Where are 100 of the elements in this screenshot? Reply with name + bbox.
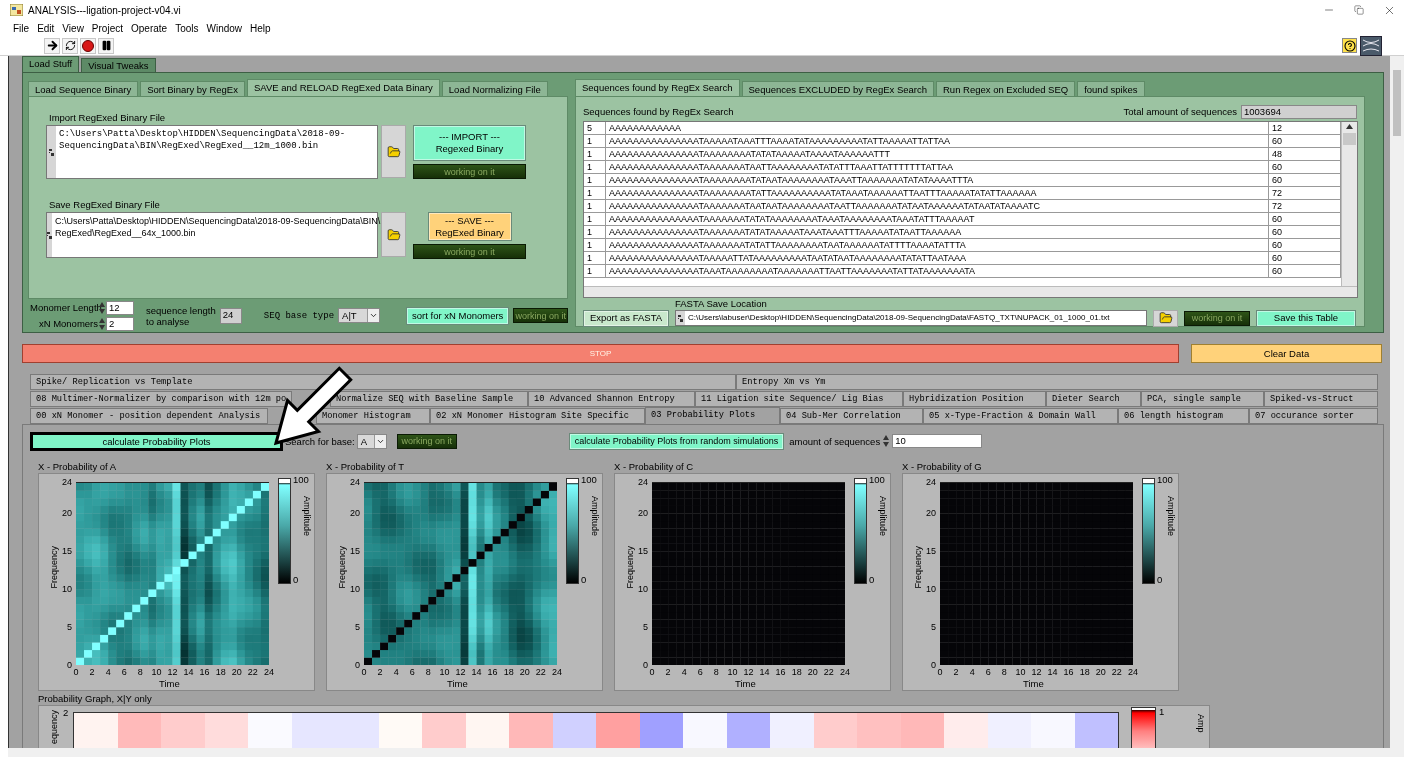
path-field[interactable]: C:\Users\Patta\Desktop\HIDDEN\SequencingData\2018-09-SequencingData\BIN\ RegExed\RegExed__64x_1000.bin: [46, 212, 378, 258]
table-cell: 1: [584, 174, 606, 187]
clear-button[interactable]: Clear Data: [1191, 344, 1382, 363]
tab[interactable]: Spiked-vs-Struct: [1264, 391, 1378, 407]
scale-tick: 1: [1159, 706, 1165, 717]
table-cell: 1: [584, 135, 606, 148]
dropdown[interactable]: A|T: [338, 308, 381, 323]
axis-tick: 20: [518, 667, 531, 677]
menu-item[interactable]: View: [58, 22, 88, 34]
tab[interactable]: Load Stuff: [22, 56, 80, 72]
vertical-scrollbar[interactable]: [1341, 122, 1357, 286]
axis-tick: 20: [806, 667, 819, 677]
axis-tick: 24: [61, 477, 72, 487]
numeric-field[interactable]: 10: [892, 434, 983, 448]
save-table-button[interactable]: Save this Table: [1256, 309, 1356, 327]
tab[interactable]: 11 Ligation site Sequence/ Lig Bias: [695, 391, 903, 407]
folder-button[interactable]: [381, 125, 406, 178]
tab[interactable]: 07 occurance sorter: [1249, 408, 1378, 424]
axis-tick: 14: [1046, 667, 1059, 677]
abort-button[interactable]: [80, 37, 96, 54]
scale-tick: 100: [869, 474, 885, 485]
tab[interactable]: SAVE and RELOAD RegExed Data Binary: [246, 79, 440, 96]
tab[interactable]: Normalize SEQ with Baseline Sample: [330, 391, 528, 407]
tab[interactable]: Visual Tweaks: [81, 58, 156, 72]
tab[interactable]: 02 xN Monomer Histogram Site Specific: [430, 408, 645, 424]
scale-tick: 100: [293, 474, 309, 485]
tab[interactable]: 04 Sub-Mer Correlation: [780, 408, 923, 424]
axis-tick: 10: [150, 667, 163, 677]
tab[interactable]: found spikes: [1077, 81, 1145, 96]
dropdown[interactable]: A: [356, 433, 387, 449]
help-button[interactable]: [1342, 38, 1357, 53]
tab[interactable]: 08 Multimer-Normalizer by comparison with 12m po: [30, 391, 292, 407]
axis-tick: 8: [712, 667, 720, 677]
calculate-button[interactable]: calculate Probability Plots: [30, 431, 283, 451]
axis-tick: 24: [349, 477, 360, 487]
tab[interactable]: Sequences EXCLUDED by RegEx Search: [741, 81, 934, 96]
pause-button[interactable]: [98, 37, 114, 54]
tab[interactable]: Spike/ Replication vs Template: [30, 374, 736, 390]
run-button[interactable]: [44, 37, 60, 54]
axis-tick: 0: [642, 660, 648, 670]
tab[interactable]: Load Normalizing File: [441, 81, 548, 96]
folder-icon[interactable]: [386, 227, 401, 242]
folder-icon[interactable]: [386, 144, 401, 159]
tab[interactable]: 06 length histogram: [1118, 408, 1249, 424]
axis-label: Frequency: [49, 546, 60, 589]
axis-tick: 4: [680, 667, 688, 677]
scale-label: Amp: [1195, 714, 1206, 733]
chart-title: X - Probability of A: [38, 461, 118, 473]
tab[interactable]: 10 Advanced Shannon Entropy: [528, 391, 695, 407]
simulate-button[interactable]: calculate Probability Plots from random simulations: [568, 432, 785, 450]
table-cell: 1: [584, 226, 606, 239]
axis-tick: 5: [354, 621, 360, 632]
tab[interactable]: Monomer Histogram: [316, 408, 430, 424]
menu-item[interactable]: File: [9, 22, 34, 34]
restore-icon[interactable]: [1354, 5, 1364, 15]
menu-item[interactable]: Help: [246, 22, 275, 34]
tab[interactable]: 05 x-Type-Fraction & Domain Wall: [923, 408, 1118, 424]
table-cell: 5: [584, 122, 606, 135]
axis-tick: 16: [774, 667, 787, 677]
tab[interactable]: Sort Binary by RegEx: [140, 81, 245, 96]
menu-item[interactable]: Window: [202, 22, 247, 34]
table-cell: 1: [584, 161, 606, 174]
tab[interactable]: PCA, single sample: [1141, 391, 1264, 407]
scroll-up-icon[interactable]: [1345, 122, 1354, 131]
numeric-field[interactable]: 12: [106, 300, 134, 315]
spin-arrows[interactable]: [99, 317, 105, 330]
run-continuously-button[interactable]: [62, 37, 78, 54]
import-button[interactable]: --- IMPORT --- Regexed Binary: [413, 125, 526, 161]
app-icon: [10, 4, 23, 16]
tab[interactable]: Load Sequence Binary: [28, 81, 139, 96]
axis-tick: 0: [930, 660, 936, 670]
menu-item[interactable]: Tools: [171, 22, 203, 34]
menu-item[interactable]: Edit: [33, 22, 59, 34]
tab[interactable]: Entropy Xm vs Ym: [736, 374, 1378, 390]
horizontal-scrollbar[interactable]: [8, 748, 1404, 757]
folder-button[interactable]: [1153, 309, 1178, 327]
tab[interactable]: Sequences found by RegEx Search: [575, 79, 740, 96]
tab[interactable]: 03 Probability Plots: [645, 407, 780, 424]
sort-button[interactable]: sort for xN Monomers: [406, 306, 510, 325]
tab[interactable]: Run Regex on Excluded SEQ: [936, 81, 1076, 96]
path-field[interactable]: C:\Users\Patta\Desktop\HIDDEN\SequencingData\2018-09- SequencingData\BIN\RegExed\RegExed__12m_1000.bin: [46, 125, 378, 179]
axis-tick: 20: [1094, 667, 1107, 677]
vertical-scrollbar[interactable]: [1390, 56, 1404, 748]
export-button[interactable]: Export as FASTA: [583, 309, 669, 327]
table-title: Sequences found by RegEx Search: [583, 106, 734, 117]
axis-tick: 22: [1110, 667, 1123, 677]
scroll-thumb[interactable]: [1343, 133, 1356, 145]
axis-tick: 6: [408, 667, 416, 677]
horizontal-scrollbar[interactable]: [584, 286, 1357, 297]
tab[interactable]: Dieter Search: [1046, 391, 1141, 407]
save-button[interactable]: --- SAVE --- RegExed Binary: [427, 212, 512, 241]
path-field[interactable]: C:\Users\labuser\Desktop\HIDDEN\SequencingData\2018-09-SequencingData\FASTQ_TXT\NUPACK_01_1000_01.txt: [675, 310, 1147, 326]
menu-item[interactable]: Operate: [127, 22, 172, 34]
tab[interactable]: 00 xN Monomer - position dependent Analysis: [30, 408, 268, 424]
numeric-field[interactable]: 2: [106, 316, 134, 331]
folder-button[interactable]: [381, 212, 406, 257]
spin-arrows[interactable]: [883, 435, 890, 447]
tab[interactable]: Hybridization Position: [903, 391, 1046, 407]
menu-item[interactable]: Project: [87, 22, 127, 34]
folder-icon[interactable]: [1158, 311, 1173, 325]
